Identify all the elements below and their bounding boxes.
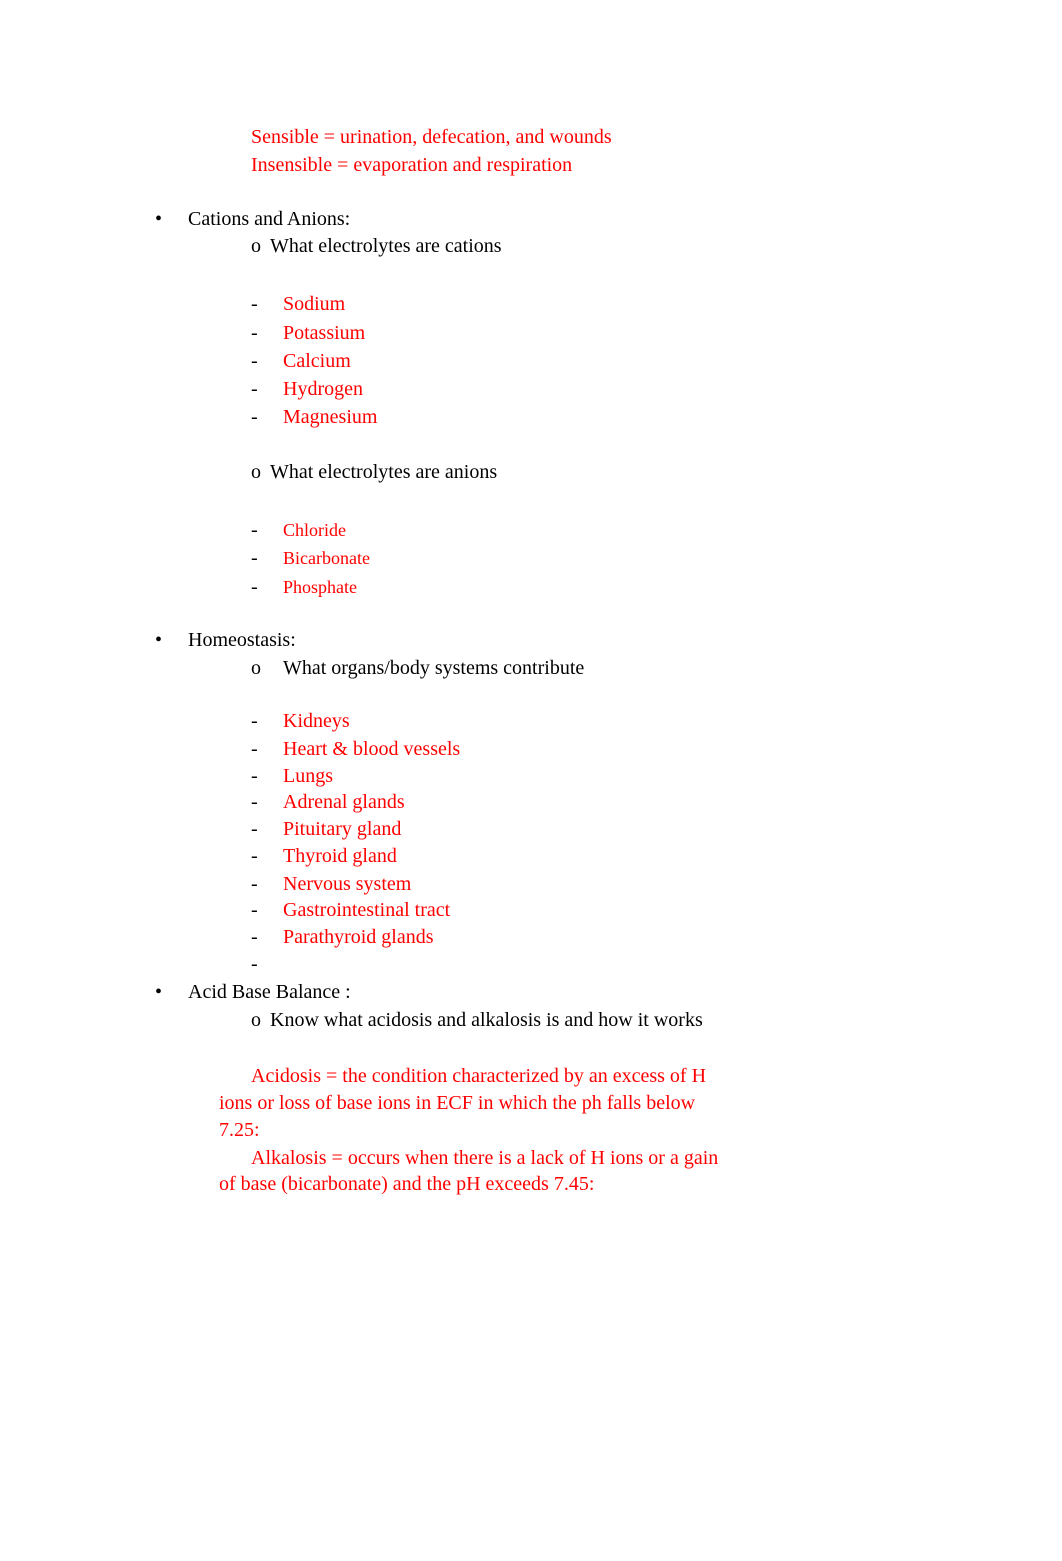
dash-marker: -: [251, 953, 258, 975]
dash-marker: -: [251, 873, 258, 895]
dash-marker: -: [251, 765, 258, 787]
dash-marker: -: [251, 818, 258, 840]
sensible-loss-text: Sensible = urination, defecation, and wo…: [251, 126, 612, 148]
dash-marker: -: [251, 845, 258, 867]
list-item: Gastrointestinal tract: [283, 899, 451, 921]
list-item: Magnesium: [283, 406, 378, 428]
bullet-marker: •: [155, 208, 163, 230]
sub-marker: o: [251, 461, 261, 483]
acidosis-definition-line: 7.25:: [219, 1119, 260, 1141]
dash-marker: -: [251, 738, 258, 760]
dash-marker: -: [251, 926, 258, 948]
list-item: Phosphate: [283, 577, 357, 597]
dash-marker: -: [251, 378, 258, 400]
section-heading-cations-anions: Cations and Anions:: [188, 208, 351, 230]
insensible-loss-text: Insensible = evaporation and respiration: [251, 154, 573, 176]
list-item: Kidneys: [283, 710, 350, 732]
anions-question: What electrolytes are anions: [270, 461, 498, 483]
dash-marker: -: [251, 791, 258, 813]
dash-marker: -: [251, 899, 258, 921]
list-item: Pituitary gland: [283, 818, 402, 840]
list-item: Calcium: [283, 350, 351, 372]
acid-base-question: Know what acidosis and alkalosis is and …: [270, 1009, 703, 1031]
homeostasis-question: What organs/body systems contribute: [283, 657, 585, 679]
sub-marker: o: [251, 1009, 261, 1031]
alkalosis-definition-line: of base (bicarbonate) and the pH exceeds…: [219, 1173, 595, 1195]
bullet-marker: •: [155, 629, 163, 651]
section-heading-acid-base: Acid Base Balance :: [188, 981, 351, 1003]
sub-marker: o: [251, 657, 261, 679]
list-item: Lungs: [283, 765, 333, 787]
bullet-marker: •: [155, 981, 163, 1003]
list-item: Nervous system: [283, 873, 412, 895]
list-item: Heart & blood vessels: [283, 738, 461, 760]
dash-marker: -: [251, 519, 258, 541]
dash-marker: -: [251, 293, 258, 315]
list-item: Potassium: [283, 322, 366, 344]
list-item: Parathyroid glands: [283, 926, 434, 948]
dash-marker: -: [251, 576, 258, 598]
list-item: Chloride: [283, 520, 346, 540]
list-item: Hydrogen: [283, 378, 363, 400]
list-item: Sodium: [283, 293, 346, 315]
list-item: Adrenal glands: [283, 791, 405, 813]
dash-marker: -: [251, 710, 258, 732]
sub-marker: o: [251, 235, 261, 257]
list-item: Thyroid gland: [283, 845, 397, 867]
dash-marker: -: [251, 322, 258, 344]
alkalosis-definition-line: Alkalosis = occurs when there is a lack …: [251, 1147, 719, 1169]
cations-question: What electrolytes are cations: [270, 235, 502, 257]
dash-marker: -: [251, 547, 258, 569]
dash-marker: -: [251, 350, 258, 372]
acidosis-definition-line: Acidosis = the condition characterized b…: [251, 1065, 707, 1087]
acidosis-definition-line: ions or loss of base ions in ECF in whic…: [219, 1092, 696, 1114]
dash-marker: -: [251, 406, 258, 428]
list-item: Bicarbonate: [283, 548, 370, 568]
section-heading-homeostasis: Homeostasis:: [188, 629, 296, 651]
